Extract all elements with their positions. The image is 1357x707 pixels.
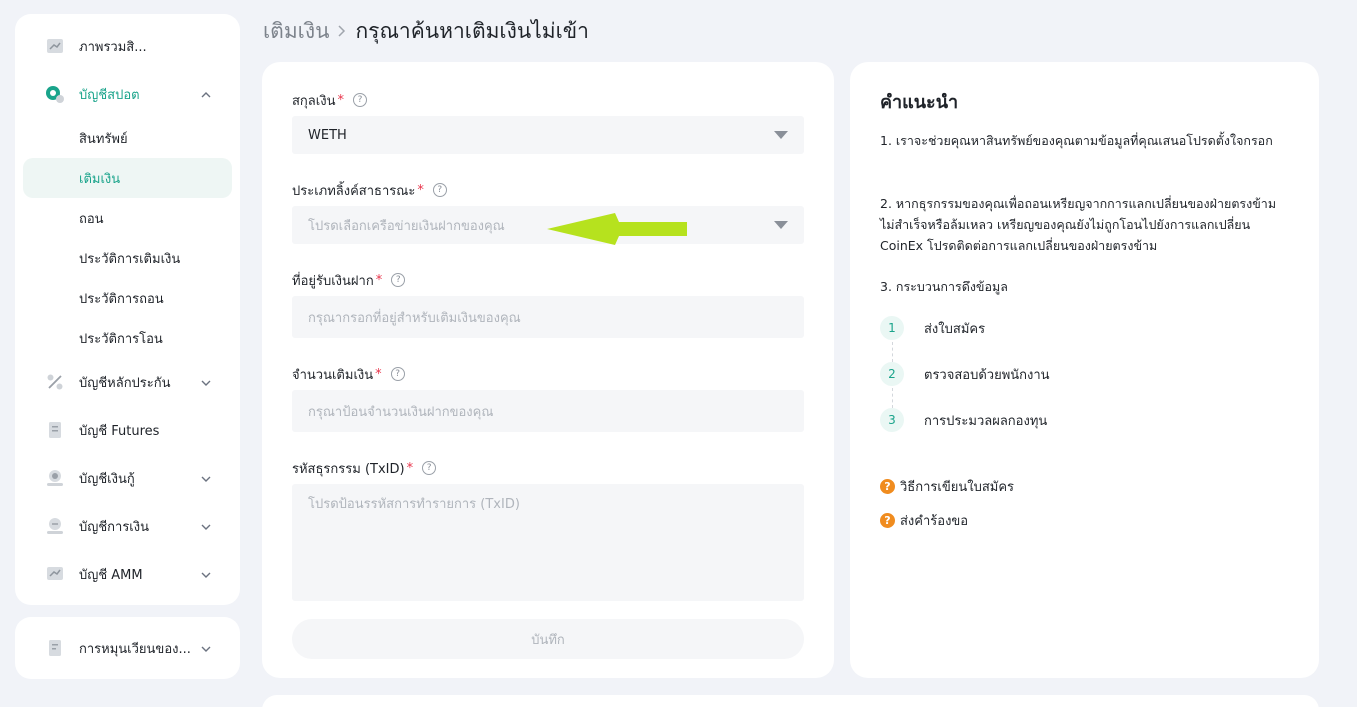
sidebar-item-label: ภาพรวมสิ... (79, 39, 147, 55)
sidebar-item-spot[interactable]: บัญชีสปอต (23, 74, 232, 114)
guide-paragraph-3: 3. กระบวนการดึงข้อมูล (880, 279, 1008, 294)
help-icon[interactable]: ? (390, 367, 405, 381)
sidebar: ภาพรวมสิ... บัญชีสปอต สินทรัพย์ เติมเงิน… (15, 14, 240, 605)
step-connector (892, 342, 893, 362)
sidebar-sub-withdraw-history[interactable]: ประวัติการถอน (23, 278, 232, 318)
sidebar-item-futures[interactable]: บัญชี Futures (23, 410, 232, 450)
sidebar-item-loan[interactable]: บัญชีเงินกู้ (23, 458, 232, 498)
caret-down-icon (774, 131, 788, 139)
step-review: 2 ตรวจสอบด้วยพนักงาน (880, 362, 1050, 386)
sidebar-sub-transfer-history[interactable]: ประวัติการโอน (23, 318, 232, 358)
sidebar-item-finance[interactable]: บัญชีการเงิน (23, 506, 232, 546)
chevron-down-icon (200, 568, 212, 581)
guide-title: คำแนะนำ (880, 92, 959, 113)
step-process: 3 การประมวลผลกองทุน (880, 408, 1047, 432)
save-button[interactable]: บันทึก (292, 619, 804, 659)
help-icon[interactable]: ? (391, 273, 406, 287)
amount-input[interactable]: กรุณาป้อนจำนวนเงินฝากของคุณ (292, 390, 804, 432)
question-circle-icon: ? (880, 513, 895, 528)
sidebar-item-label: บัญชีเงินกู้ (79, 471, 135, 487)
bottom-panel (262, 695, 1319, 707)
sidebar-sub-deposit[interactable]: เติมเงิน (23, 158, 232, 198)
sidebar-item-label: การหมุนเวียนของ... (79, 641, 191, 657)
chevron-down-icon (200, 376, 212, 389)
txid-label: รหัสธุรกรรม (TxID) * ? (292, 458, 437, 478)
chevron-down-icon (200, 520, 212, 533)
address-input[interactable]: กรุณากรอกที่อยู่สำหรับเติมเงินของคุณ (292, 296, 804, 338)
help-icon[interactable]: ? (352, 93, 367, 107)
chevron-down-icon (200, 472, 212, 485)
step-submit: 1 ส่งใบสมัคร (880, 316, 985, 340)
step-connector (892, 388, 893, 408)
currency-label: สกุลเงิน * ? (292, 90, 367, 110)
currency-select[interactable]: WETH (292, 116, 804, 154)
chart-overview-icon (45, 36, 65, 56)
futures-doc-icon (45, 420, 65, 440)
page-title: กรุณาค้นหาเติมเงินไม่เข้า (355, 18, 589, 43)
sidebar-item-circulation[interactable]: การหมุนเวียนของ... (23, 628, 232, 668)
sidebar-item-label: บัญชี Futures (79, 423, 160, 439)
finance-icon (45, 516, 65, 536)
annotation-arrow-icon (547, 213, 687, 245)
circulation-doc-icon (45, 638, 65, 658)
txid-textarea[interactable]: โปรดป้อนรรหัสการทำรายการ (TxID) (292, 484, 804, 601)
breadcrumb: เติมเงิน กรุณาค้นหาเติมเงินไม่เข้า (263, 16, 589, 46)
amm-icon (45, 564, 65, 584)
question-circle-icon: ? (880, 479, 895, 494)
sidebar-item-overview[interactable]: ภาพรวมสิ... (23, 26, 232, 66)
amount-label: จำนวนเติมเงิน * ? (292, 364, 405, 384)
sidebar-sub-deposit-history[interactable]: ประวัติการเติมเงิน (23, 238, 232, 278)
sidebar-item-label: บัญชี AMM (79, 567, 143, 583)
percent-icon (45, 372, 65, 392)
help-icon[interactable]: ? (432, 183, 447, 197)
guide-paragraph-2: 2. หากธุรกรรมของคุณเพื่อถอนเหรียญจากการแ… (880, 196, 1277, 253)
caret-down-icon (774, 221, 788, 229)
sidebar-item-label: บัญชีการเงิน (79, 519, 149, 535)
how-to-apply-link[interactable]: ? วิธีการเขียนใบสมัคร (880, 476, 1014, 497)
sidebar-item-amm[interactable]: บัญชี AMM (23, 554, 232, 594)
deposit-recovery-form: สกุลเงิน * ? WETH ประเภทลิ้งค์สาธารณะ * ? … (262, 62, 834, 678)
sidebar-secondary: การหมุนเวียนของ... (15, 617, 240, 679)
guide-panel: คำแนะนำ 1. เราจะช่วยคุณหาสินทรัพย์ของคุณ… (850, 62, 1319, 678)
chevron-down-icon (200, 642, 212, 655)
submit-request-link[interactable]: ? ส่งคำร้องขอ (880, 510, 968, 531)
sidebar-item-margin[interactable]: บัญชีหลักประกัน (23, 362, 232, 402)
guide-paragraph-1: 1. เราจะช่วยคุณหาสินทรัพย์ของคุณตามข้อมู… (880, 133, 1273, 148)
sidebar-item-label: บัญชีสปอต (79, 87, 140, 103)
loan-icon (45, 468, 65, 488)
address-label: ที่อยู่รับเงินฝาก * ? (292, 270, 406, 290)
breadcrumb-parent[interactable]: เติมเงิน (263, 15, 329, 48)
spot-coin-icon (45, 84, 65, 104)
sidebar-sub-withdraw[interactable]: ถอน (23, 198, 232, 238)
help-icon[interactable]: ? (422, 461, 437, 475)
chevron-up-icon (200, 88, 212, 101)
sidebar-sub-assets[interactable]: สินทรัพย์ (23, 118, 232, 158)
chain-label: ประเภทลิ้งค์สาธารณะ * ? (292, 180, 447, 200)
chevron-right-icon (338, 22, 346, 41)
sidebar-item-label: บัญชีหลักประกัน (79, 375, 171, 391)
